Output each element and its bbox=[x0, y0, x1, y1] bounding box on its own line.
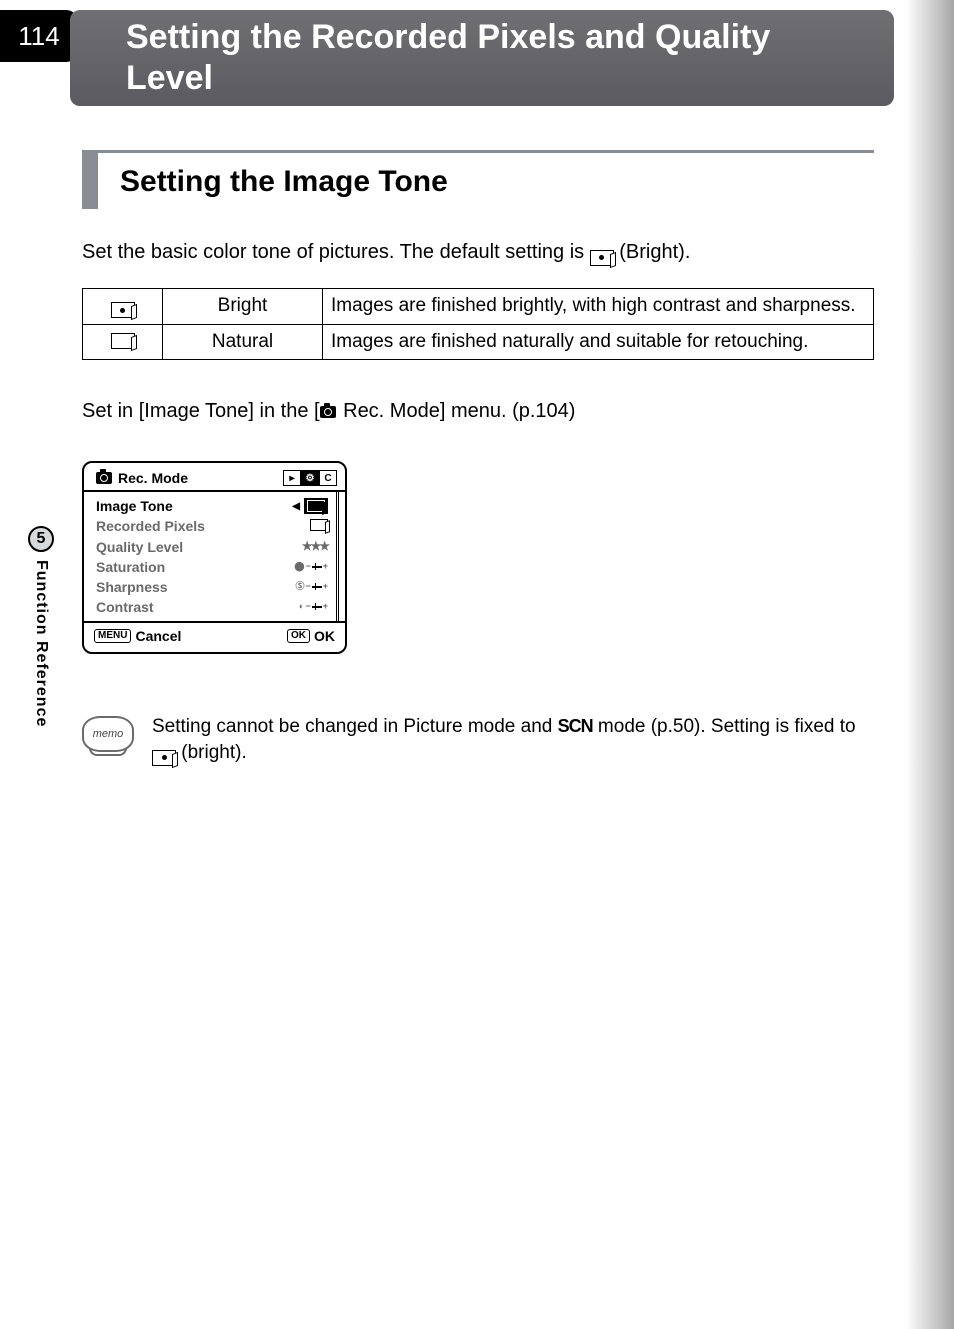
minus-icon: − bbox=[305, 601, 310, 613]
camera-icon bbox=[320, 406, 336, 418]
bright-tone-icon-selected bbox=[304, 498, 328, 514]
table-icon-cell bbox=[83, 288, 163, 325]
menu-cancel-label: Cancel bbox=[135, 627, 181, 645]
chapter-title: Setting the Recorded Pixels and Quality … bbox=[126, 17, 864, 99]
tone-table: Bright Images are finished brightly, wit… bbox=[82, 288, 874, 361]
page-right-shadow bbox=[908, 0, 954, 1329]
intro-prefix: Set the basic color tone of pictures. Th… bbox=[82, 241, 590, 263]
table-label-cell: Bright bbox=[163, 288, 323, 325]
table-icon-cell bbox=[83, 325, 163, 360]
menu-item-value: ⬤ − + bbox=[294, 561, 328, 573]
saturation-icon: ⬤ bbox=[294, 561, 304, 573]
minus-icon: − bbox=[305, 561, 310, 573]
minus-icon: − bbox=[305, 581, 310, 593]
table-desc-cell: Images are finished brightly, with high … bbox=[323, 288, 874, 325]
menu-cancel: MENU Cancel bbox=[94, 627, 181, 645]
memo-badge: memo bbox=[82, 716, 134, 752]
rec-mode-menu: Rec. Mode ▸ ⚙ C Image Tone ◀ bbox=[82, 461, 347, 654]
set-in-line: Set in [Image Tone] in the [ Rec. Mode] … bbox=[82, 400, 874, 423]
menu-item-value: ◀ bbox=[292, 498, 328, 514]
menu-item-image-tone: Image Tone ◀ bbox=[96, 496, 328, 516]
menu-title-text: Rec. Mode bbox=[118, 469, 188, 487]
bright-mini-icon bbox=[307, 500, 325, 512]
menu-item-sharpness: Sharpness Ⓢ − + bbox=[96, 577, 328, 597]
menu-ok: OK OK bbox=[287, 627, 335, 645]
left-arrow-icon: ◀ bbox=[292, 500, 300, 513]
side-tab: 5 Function Reference bbox=[26, 526, 56, 727]
page-number: 114 bbox=[18, 21, 59, 52]
sharpness-icon: Ⓢ bbox=[295, 581, 304, 593]
plus-icon: + bbox=[323, 601, 328, 613]
slider-bar bbox=[312, 606, 322, 608]
memo-text-2: mode (p.50). Setting is fixed to bbox=[593, 716, 856, 737]
memo-text-3: (bright). bbox=[176, 742, 247, 763]
natural-tone-icon bbox=[111, 333, 135, 349]
memo-text: Setting cannot be changed in Picture mod… bbox=[152, 714, 874, 767]
side-tab-label: Function Reference bbox=[32, 560, 50, 727]
menu-tab-icons: ▸ ⚙ C bbox=[283, 470, 337, 486]
page-content: Setting the Image Tone Set the basic col… bbox=[82, 150, 874, 767]
side-tab-number: 5 bbox=[28, 526, 54, 552]
play-tab-icon: ▸ bbox=[283, 470, 301, 486]
page-number-badge: 114 bbox=[0, 10, 78, 62]
memo-text-1: Setting cannot be changed in Picture mod… bbox=[152, 716, 558, 737]
menu-item-label: Saturation bbox=[96, 558, 165, 576]
contrast-icon: ◐ bbox=[299, 601, 304, 613]
custom-tab-icon: C bbox=[319, 470, 337, 486]
setin-suffix: Rec. Mode] menu. (p.104) bbox=[338, 400, 576, 422]
menu-key-icon: MENU bbox=[94, 629, 131, 643]
menu-item-label: Image Tone bbox=[96, 497, 173, 515]
camera-icon bbox=[96, 472, 112, 484]
menu-item-label: Sharpness bbox=[96, 578, 168, 596]
menu-title: Rec. Mode bbox=[96, 469, 188, 487]
menu-item-label: Contrast bbox=[96, 598, 154, 616]
menu-item-value bbox=[310, 517, 328, 535]
menu-item-value: Ⓢ − + bbox=[295, 581, 328, 593]
scn-mode-icon: SCN bbox=[558, 716, 593, 736]
menu-body-inner: Image Tone ◀ Recorded Pixels Quali bbox=[90, 492, 339, 621]
chapter-header: Setting the Recorded Pixels and Quality … bbox=[70, 10, 894, 106]
bright-tone-icon bbox=[590, 250, 614, 266]
menu-item-label: Recorded Pixels bbox=[96, 517, 205, 535]
bright-tone-icon bbox=[152, 750, 176, 766]
menu-footer: MENU Cancel OK OK bbox=[84, 623, 345, 651]
menu-item-quality-level: Quality Level ★★★ bbox=[96, 537, 328, 557]
menu-item-recorded-pixels: Recorded Pixels bbox=[96, 516, 328, 536]
slider-bar bbox=[312, 566, 322, 568]
ok-key-icon: OK bbox=[287, 629, 310, 643]
menu-ok-label: OK bbox=[314, 627, 335, 645]
menu-item-value: ◐ − + bbox=[299, 601, 328, 613]
memo-note: memo Setting cannot be changed in Pictur… bbox=[82, 714, 874, 767]
table-row: Bright Images are finished brightly, wit… bbox=[83, 288, 874, 325]
settings-tab-icon: ⚙ bbox=[301, 470, 319, 486]
menu-title-row: Rec. Mode ▸ ⚙ C bbox=[84, 469, 345, 490]
memo-badge-label: memo bbox=[93, 728, 124, 740]
intro-paragraph: Set the basic color tone of pictures. Th… bbox=[82, 241, 874, 266]
menu-item-saturation: Saturation ⬤ − + bbox=[96, 557, 328, 577]
menu-item-value: ★★★ bbox=[302, 539, 328, 555]
natural-mini-icon bbox=[310, 519, 328, 531]
setin-prefix: Set in [Image Tone] in the [ bbox=[82, 400, 320, 422]
menu-item-contrast: Contrast ◐ − + bbox=[96, 597, 328, 617]
menu-item-label: Quality Level bbox=[96, 538, 183, 556]
section-heading: Setting the Image Tone bbox=[82, 150, 874, 209]
plus-icon: + bbox=[323, 581, 328, 593]
table-row: Natural Images are finished naturally an… bbox=[83, 325, 874, 360]
table-label-cell: Natural bbox=[163, 325, 323, 360]
intro-suffix: (Bright). bbox=[619, 241, 690, 263]
bright-tone-icon bbox=[111, 302, 135, 318]
plus-icon: + bbox=[323, 561, 328, 573]
slider-bar bbox=[312, 586, 322, 588]
menu-body: Image Tone ◀ Recorded Pixels Quali bbox=[84, 490, 345, 623]
table-desc-cell: Images are finished naturally and suitab… bbox=[323, 325, 874, 360]
